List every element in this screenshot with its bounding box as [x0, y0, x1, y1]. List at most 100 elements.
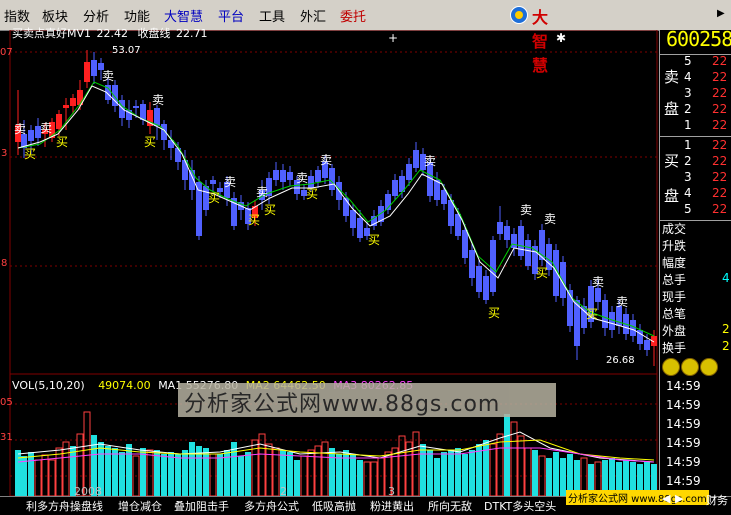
vol-axis-label-top: 05 — [0, 397, 13, 408]
sell-level-3: 3 — [684, 86, 692, 100]
volume-bar-68 — [489, 443, 497, 496]
candle-body-88 — [630, 320, 636, 336]
buy-signal-2: 买 — [144, 135, 156, 149]
candle-body-37 — [273, 170, 279, 180]
sell-level-1: 1 — [684, 118, 692, 132]
sell-signal-3: 卖 — [152, 93, 164, 107]
candle-body-7 — [63, 105, 69, 108]
buy-level-4: 4 — [684, 186, 692, 200]
buy-level-2: 2 — [684, 154, 692, 168]
buy-price-1: 22 — [712, 138, 728, 152]
candle-body-65 — [469, 250, 475, 278]
tab-formula-7[interactable]: 所向无敌 — [428, 498, 472, 514]
scroll-right-icon[interactable]: ▶ — [675, 492, 683, 505]
volume-bar-15 — [119, 452, 125, 496]
menu-function[interactable]: 功能 — [124, 6, 150, 25]
sell-price-5: 22 — [712, 54, 728, 68]
tick-time-0: 14:59 — [666, 379, 701, 393]
menu-trade[interactable]: 委托 — [340, 6, 366, 25]
candle-body-84 — [602, 300, 608, 328]
stock-code[interactable]: 600258 — [666, 27, 731, 51]
candle-body-68 — [490, 240, 496, 292]
tab-formula-4[interactable]: 多方舟公式 — [244, 498, 299, 514]
volume-bar-44 — [321, 441, 329, 496]
volume-bar-51 — [370, 461, 378, 496]
volume-bar-2 — [28, 452, 34, 496]
buy-label-2: 盘 — [664, 187, 680, 205]
tab-formula-8[interactable]: DTKT多头空头 — [484, 498, 556, 514]
volume-bar-67 — [483, 440, 489, 496]
candle-body-54 — [392, 180, 398, 196]
buy-level-5: 5 — [684, 202, 692, 216]
candle-body-10 — [84, 62, 90, 82]
buy-signal-10: 买 — [586, 307, 598, 321]
circle-button-2-icon[interactable] — [681, 358, 699, 376]
marker-star: + — [388, 31, 398, 45]
stat-label-1: 升跌 — [662, 239, 687, 253]
circle-button-1-icon[interactable] — [662, 358, 680, 376]
volume-bar-62 — [448, 450, 454, 496]
tick-time-4: 14:59 — [666, 455, 701, 469]
sell-signal-7: 卖 — [320, 153, 332, 167]
menu-forex[interactable]: 外汇 — [300, 6, 326, 25]
sell-signal-8: 卖 — [424, 154, 436, 168]
sell-level-4: 4 — [684, 70, 692, 84]
scroll-left-icon[interactable]: ◀ — [662, 492, 670, 505]
volume-bar-14 — [112, 448, 118, 496]
menu-dzh[interactable]: 大智慧 — [164, 6, 203, 25]
candle-body-39 — [287, 172, 293, 180]
buy-label: 买 — [664, 152, 680, 170]
volume-bar-65 — [469, 450, 475, 496]
finance-tab[interactable]: 财务 — [706, 492, 728, 508]
volume-bar-3 — [34, 459, 42, 496]
volume-bar-47 — [343, 450, 349, 496]
menu-tools[interactable]: 工具 — [259, 6, 285, 25]
maximize-icon[interactable]: ▶ — [717, 8, 729, 20]
stat-label-6: 外盘 — [662, 324, 687, 338]
menu-sector[interactable]: 板块 — [42, 6, 68, 25]
candle-body-28 — [210, 180, 216, 184]
sell-price-2: 22 — [712, 102, 728, 116]
buy-price-3: 22 — [712, 170, 728, 184]
volume-bar-70 — [504, 414, 510, 496]
tab-formula-6[interactable]: 粉进黄出 — [370, 498, 414, 514]
volume-bar-18 — [140, 448, 146, 496]
tab-formula-5[interactable]: 低吸高抛 — [312, 498, 356, 514]
volume-bar-35 — [258, 433, 266, 496]
stat-value-7: 2 — [722, 339, 730, 353]
menu-platform[interactable]: 平台 — [218, 6, 244, 25]
circle-button-3-icon[interactable] — [700, 358, 718, 376]
sell-signal-6: 卖 — [296, 171, 308, 185]
low-price-label: 26.68 — [606, 355, 635, 366]
menu-analysis[interactable]: 分析 — [83, 6, 109, 25]
tab-formula-2[interactable]: 增仓减仓 — [118, 498, 162, 514]
candle-body-8 — [70, 98, 76, 106]
volume-bar-46 — [336, 454, 342, 496]
tab-formula-3[interactable]: 叠加阻击手 — [174, 498, 229, 514]
tab-formula-1[interactable]: 利多方舟操盘线 — [26, 498, 103, 514]
buy-price-5: 22 — [712, 202, 728, 216]
volume-bar-63 — [455, 448, 461, 496]
candle-body-83 — [595, 288, 601, 302]
buy-price-2: 22 — [712, 154, 728, 168]
candle-body-73 — [525, 240, 531, 266]
volume-bar-50 — [363, 461, 371, 496]
volume-bar-40 — [294, 460, 300, 496]
sell-level-5: 5 — [684, 54, 692, 68]
buy-signal-8: 买 — [488, 306, 500, 320]
stat-label-4: 现手 — [662, 290, 687, 304]
volume-bar-19 — [146, 449, 154, 496]
buy-level-1: 1 — [684, 138, 692, 152]
site-badge: 分析家公式网 www.88gs.com — [566, 490, 709, 505]
buy-price-4: 22 — [712, 186, 728, 200]
tick-time-3: 14:59 — [666, 436, 701, 450]
candle-body-48 — [350, 210, 356, 228]
volume-bar-69 — [496, 433, 504, 496]
stat-value-3: 4 — [722, 271, 730, 285]
volume-bar-48 — [350, 454, 356, 496]
volume-bar-27 — [203, 448, 209, 496]
menu-index[interactable]: 指数 — [4, 6, 30, 25]
kline-chart[interactable]: + ✱卖 卖卖卖卖卖卖卖 卖卖卖卖卖买买 买买买买买买买买买 — [0, 30, 658, 496]
quote-panel: 600258 卖 盘 5 22 4 22 3 22 2 22 1 22 买 盘 1 22 2 22 3 22… — [659, 27, 731, 515]
volume-bar-74 — [532, 450, 538, 496]
